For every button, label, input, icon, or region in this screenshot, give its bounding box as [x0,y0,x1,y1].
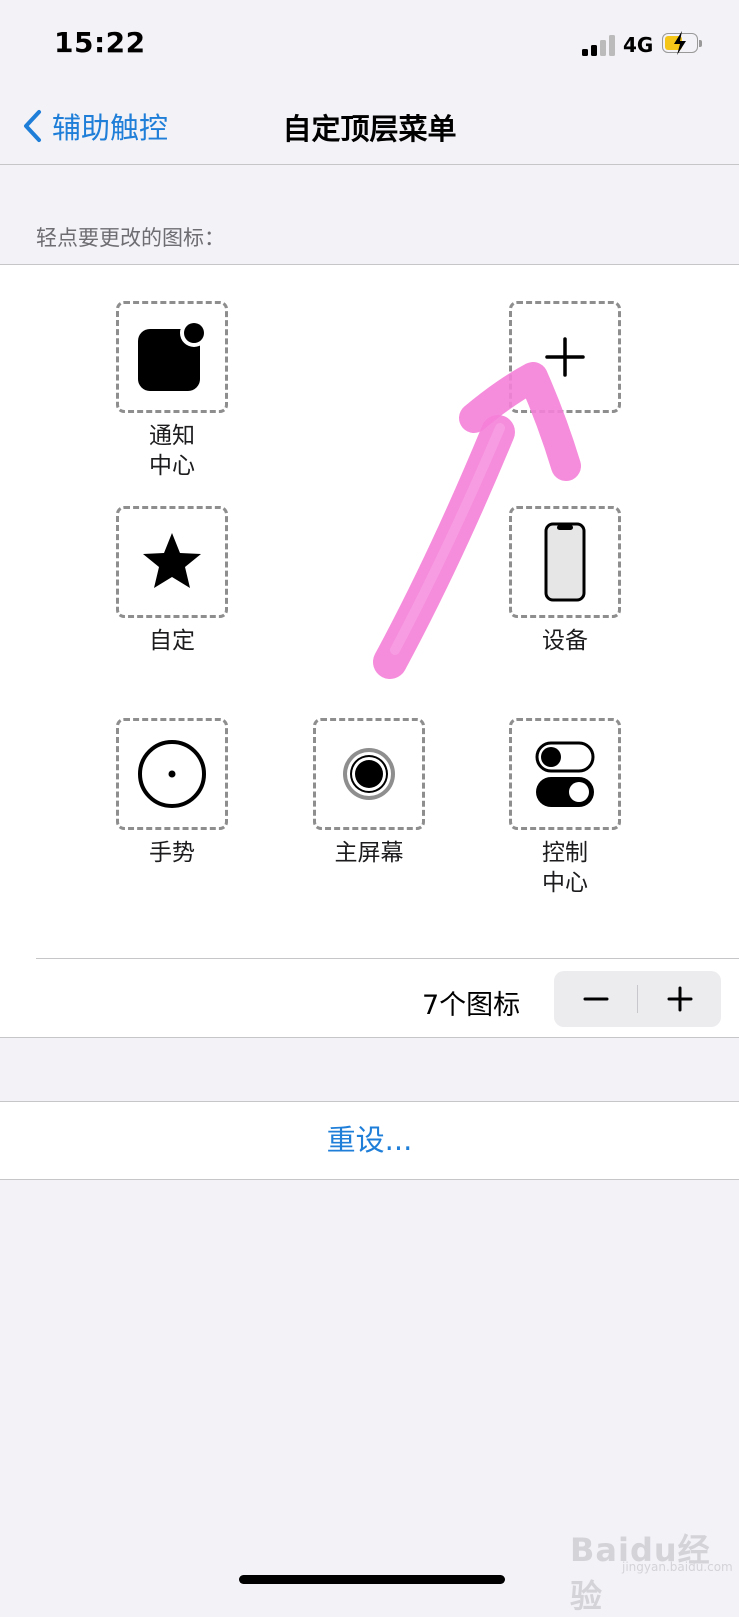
slot-label: 自定 [149,628,195,654]
slot-custom[interactable]: 自定 [114,506,230,656]
star-icon [143,533,201,588]
home-indicator [239,1575,505,1584]
divider [36,958,739,959]
notification-center-icon [138,319,208,391]
increment-button[interactable] [638,971,721,1027]
minus-icon [583,997,608,1001]
slot-home-screen[interactable]: 主屏幕 [311,718,427,868]
slot-label: 设备 [542,628,588,654]
slot-notification-center[interactable]: 通知 中心 [114,301,230,481]
navigation-bar: 辅助触控 自定顶层菜单 [0,90,739,165]
cellular-signal-icon [582,34,618,56]
decrement-button[interactable] [554,971,637,1027]
plus-icon [545,337,585,377]
home-button-icon [343,748,395,800]
battery-charging-icon [662,31,702,55]
slot-label: 通知 中心 [149,423,195,479]
status-bar: 15:22 4G [0,0,739,90]
control-center-toggles-icon [535,741,595,807]
status-time: 15:22 [54,26,146,59]
slot-add-empty[interactable] [507,301,623,413]
slot-control-center[interactable]: 控制 中心 [507,718,623,898]
icon-count-stepper[interactable] [554,971,721,1027]
baidu-watermark-url: jingyan.baidu.com [622,1560,733,1574]
device-iphone-icon [544,522,586,602]
plus-icon [667,986,692,1012]
slot-label: 控制 中心 [542,840,588,896]
slot-label: 主屏幕 [334,840,404,866]
icon-count-label: 7个图标 [422,990,521,1021]
slot-device[interactable]: 设备 [507,506,623,656]
icons-panel: 通知 中心 自定 设备 手势 主屏幕 控制 中心 7个图标 [0,264,739,1038]
network-type: 4G [623,33,654,57]
page-title: 自定顶层菜单 [282,112,457,146]
slot-label: 手势 [149,840,195,866]
section-header: 轻点要更改的图标： [36,226,225,250]
reset-button[interactable]: 重设... [0,1101,739,1180]
slot-gesture[interactable]: 手势 [114,718,230,868]
gesture-circle-icon [138,740,206,808]
